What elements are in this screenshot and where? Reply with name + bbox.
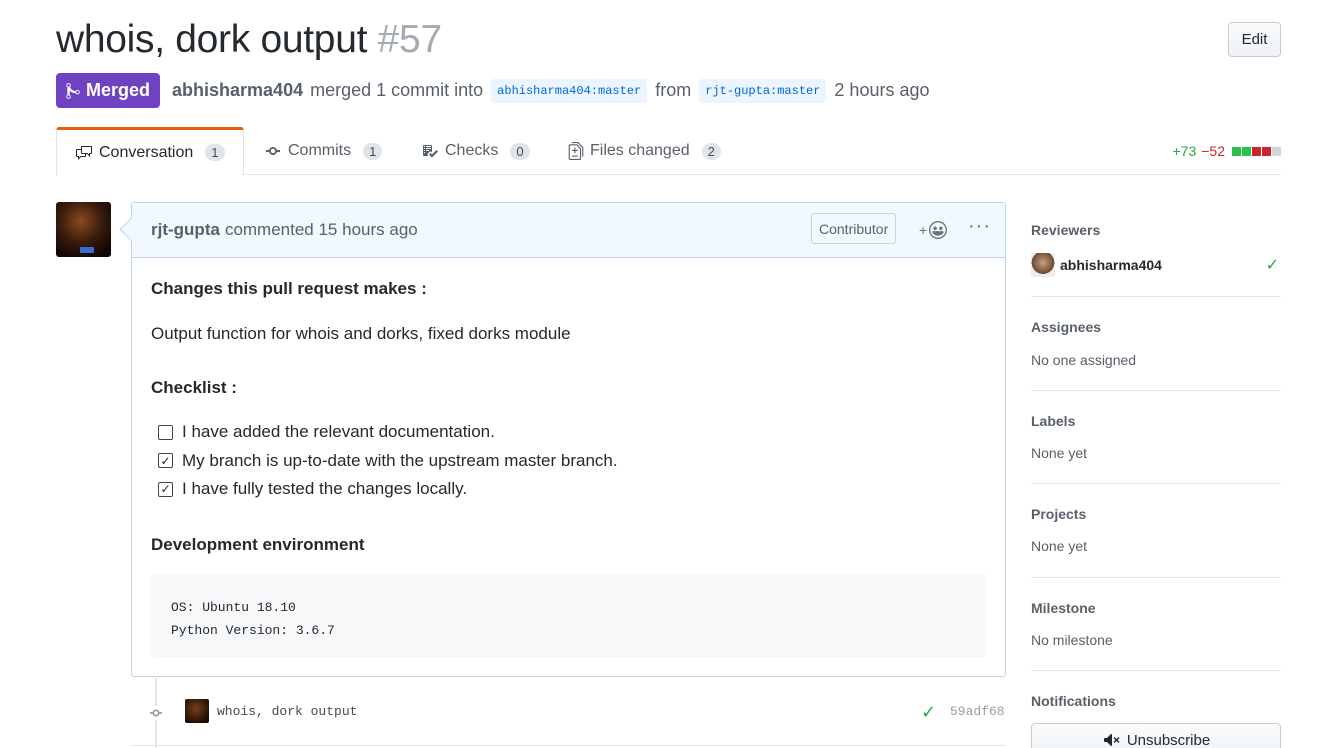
more-options-icon[interactable]: ··· [968,215,991,238]
check-icon: ✓ [1265,257,1279,274]
diffstat: +73 −52 [1172,143,1281,159]
milestone-value: No milestone [1031,632,1113,648]
tab-checks-count: 0 [510,142,530,160]
code-line: OS: Ubuntu 18.10 [171,600,296,615]
task-checkbox[interactable]: ✓ [158,481,173,497]
diffstat-deletions: −52 [1201,143,1225,159]
notifications-section: Notifications [1031,671,1281,709]
diffstat-block [1252,147,1261,156]
comment-time[interactable]: commented 15 hours ago [225,220,418,240]
add-reaction-button[interactable]: + [919,221,948,239]
tab-files-count: 2 [701,142,721,160]
checklist-heading: Checklist : [151,378,237,397]
milestone-label[interactable]: Milestone [1031,600,1281,616]
author-avatar[interactable] [56,202,111,257]
page-title: whois, dork output #57 [56,18,442,62]
tab-checks-label: Checks [445,142,499,159]
merged-badge: Merged [56,73,161,108]
diffstat-block [1262,147,1271,156]
projects-value: None yet [1031,538,1088,554]
merged-label: Merged [86,80,151,100]
labels-label[interactable]: Labels [1031,413,1281,429]
assignees-section: Assignees No one assigned [1031,297,1281,391]
commit-author-avatar[interactable] [185,699,209,723]
env-heading: Development environment [151,535,365,554]
task-checkbox[interactable]: ✓ [158,453,173,469]
changes-heading: Changes this pull request makes : [151,279,427,298]
comment-author[interactable]: rjt-gupta [151,220,220,240]
checklist-icon [423,145,438,158]
file-diff-icon [568,142,584,160]
labels-value: None yet [1031,445,1088,461]
head-branch[interactable]: rjt-gupta:master [699,78,827,103]
avatar [1031,253,1055,277]
tab-conversation-label: Conversation [99,143,194,161]
commit-sha[interactable]: 59adf68 [950,704,1005,719]
reviewers-label[interactable]: Reviewers [1031,222,1281,238]
git-commit-icon [149,706,163,720]
reviewer-item[interactable]: abhisharma404 ✓ [1031,253,1281,277]
tab-conversation[interactable]: Conversation 1 [56,127,244,176]
diffstat-blocks [1231,143,1281,159]
diffstat-block [1272,147,1281,156]
plus-icon: + [919,222,928,238]
task-text: I have added the relevant documentation. [182,422,495,442]
task-item: I have added the relevant documentation. [151,418,618,447]
reviewers-section: Reviewers abhisharma404 ✓ [1031,202,1281,297]
from-text: from [655,80,692,100]
task-item: ✓ My branch is up-to-date with the upstr… [151,447,618,476]
tab-files-changed[interactable]: Files changed 2 [568,127,721,175]
pr-title: whois, dork output [56,18,368,61]
pr-tabs: Conversation 1 Commits 1 Checks 0 Files … [56,127,1281,176]
edit-button[interactable]: Edit [1228,22,1281,57]
notifications-label: Notifications [1031,693,1116,709]
git-merge-icon [66,82,80,99]
diffstat-block [1232,147,1241,156]
check-icon[interactable]: ✓ [921,702,936,723]
diffstat-block [1242,147,1251,156]
tab-commits[interactable]: Commits 1 [264,127,383,175]
tab-files-label: Files changed [590,142,690,159]
assignees-value: No one assigned [1031,352,1137,368]
comment-discussion-icon [76,145,92,160]
labels-section: Labels None yet [1031,391,1281,484]
pr-meta: Merged abhisharma404 merged 1 commit int… [56,73,932,108]
code-block: OS: Ubuntu 18.10 Python Version: 3.6.7 [151,574,986,657]
projects-section: Projects None yet [1031,484,1281,578]
mute-icon [1103,734,1120,746]
task-item: ✓ I have fully tested the changes locall… [151,475,618,504]
commit-message[interactable]: whois, dork output [217,704,357,719]
changes-description: Output function for whois and dorks, fix… [151,324,571,343]
unsubscribe-button[interactable]: Unsubscribe [1031,723,1281,748]
merged-time: 2 hours ago [834,80,930,100]
pr-comment: rjt-gupta commented 15 hours ago Contrib… [131,202,1006,677]
task-text: My branch is up-to-date with the upstrea… [182,450,618,470]
tab-checks[interactable]: Checks 0 [421,127,530,175]
reviewer-name: abhisharma404 [1060,257,1162,273]
code-line: Python Version: 3.6.7 [171,623,335,638]
milestone-section: Milestone No milestone [1031,578,1281,671]
comment-body: Changes this pull request makes : Output… [132,258,1005,554]
tab-commits-count: 1 [363,142,383,160]
assignees-label[interactable]: Assignees [1031,319,1281,335]
merged-by-link[interactable]: abhisharma404 [172,80,303,101]
task-text: I have fully tested the changes locally. [182,479,468,499]
base-branch[interactable]: abhisharma404:master [491,78,648,103]
task-list: I have added the relevant documentation.… [151,418,618,504]
smiley-icon [929,221,948,239]
diffstat-additions: +73 [1172,143,1197,159]
comment-header: rjt-gupta commented 15 hours ago Contrib… [132,203,1005,258]
merged-text: merged 1 commit into [310,80,484,100]
unsubscribe-label: Unsubscribe [1126,731,1211,748]
projects-label[interactable]: Projects [1031,506,1281,522]
git-commit-icon [266,147,280,155]
avatar-shirt-logo [80,247,94,253]
tab-commits-label: Commits [288,142,352,159]
task-checkbox[interactable] [158,424,173,440]
contributor-badge: Contributor [811,213,897,244]
pr-number: #57 [377,18,442,61]
tab-conversation-count: 1 [205,144,225,161]
sidebar: Reviewers abhisharma404 ✓ Assignees No o… [1031,202,1281,709]
